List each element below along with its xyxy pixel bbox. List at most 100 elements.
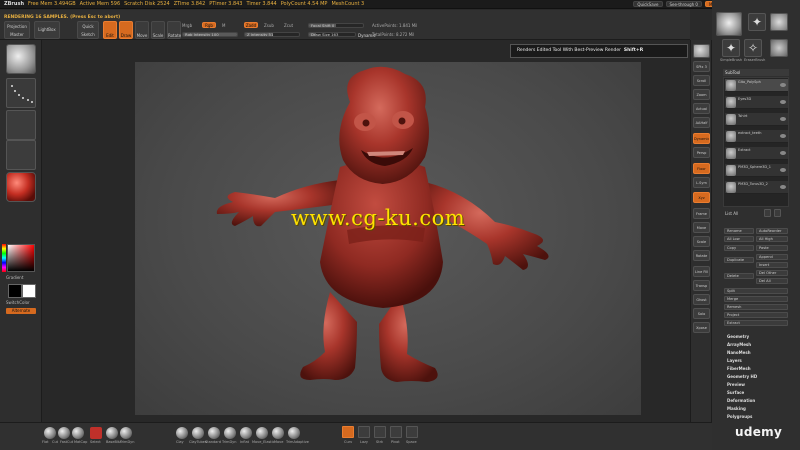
- stroke-thumbnail[interactable]: [6, 78, 36, 108]
- texture-thumbnail[interactable]: [6, 140, 36, 170]
- canvas-area[interactable]: [42, 40, 755, 422]
- space-toggle[interactable]: [406, 426, 418, 438]
- tool-slot[interactable]: [208, 427, 220, 439]
- brush-slot[interactable]: [72, 427, 84, 439]
- menu-preview[interactable]: Preview: [723, 381, 789, 389]
- subtool-panel-header[interactable]: SubTool: [723, 69, 789, 76]
- bpr-render-button[interactable]: [693, 44, 710, 58]
- solo-button[interactable]: Solo: [693, 308, 710, 319]
- brush-slot[interactable]: [106, 427, 118, 439]
- scale-button[interactable]: Scale: [151, 21, 165, 39]
- menu-geometry[interactable]: Geometry: [723, 333, 789, 341]
- mrgb-toggle[interactable]: Mrgb: [182, 23, 192, 28]
- menu-nanomesh[interactable]: NanoMesh: [723, 349, 789, 357]
- z-intensity-slider[interactable]: Z Intensity 51: [244, 32, 300, 37]
- delete-button[interactable]: Delete: [724, 273, 754, 279]
- duplicate-button[interactable]: Duplicate: [724, 257, 754, 263]
- focal-shift-slider[interactable]: Focal Shift 0: [308, 23, 364, 28]
- switch-color-label[interactable]: SwitchColor: [6, 300, 30, 305]
- quicksave-button[interactable]: QuickSave: [633, 1, 663, 7]
- tool-slot[interactable]: [240, 427, 252, 439]
- append-button[interactable]: Append: [756, 254, 788, 260]
- menu-geometry-hd[interactable]: Geometry HD: [723, 373, 789, 381]
- tool-slot[interactable]: [272, 427, 284, 439]
- tool-slot[interactable]: [192, 427, 204, 439]
- tool-slot[interactable]: [256, 427, 268, 439]
- del-all-button[interactable]: Del All: [756, 278, 788, 284]
- menu-surface[interactable]: Surface: [723, 389, 789, 397]
- spix-button[interactable]: SPix 3: [693, 61, 710, 72]
- pivot-toggle[interactable]: [390, 426, 402, 438]
- brush-slot[interactable]: [44, 427, 56, 439]
- merge-button[interactable]: Merge: [724, 296, 788, 302]
- tool-slot[interactable]: [288, 427, 300, 439]
- material-thumbnail[interactable]: [6, 172, 36, 202]
- hue-strip[interactable]: [2, 244, 6, 272]
- aahalf-button[interactable]: AAHalf: [693, 117, 710, 128]
- extract-button[interactable]: Extract: [724, 320, 788, 326]
- stroke-toggle[interactable]: [374, 426, 386, 438]
- project-button[interactable]: Project: [724, 312, 788, 318]
- move-view-button[interactable]: Move: [693, 222, 710, 233]
- lazy-toggle[interactable]: [358, 426, 370, 438]
- linefill-button[interactable]: Line Fill: [693, 266, 710, 277]
- subtool-item[interactable]: Extract: [725, 147, 788, 160]
- subtool-item[interactable]: PM3D_Sphere3D_1: [725, 164, 788, 177]
- scroll-button[interactable]: Scroll: [693, 75, 710, 86]
- xyz-button[interactable]: Xyz: [693, 192, 710, 203]
- tool-slot[interactable]: [176, 427, 188, 439]
- subtool-item[interactable]: Tshirt: [725, 113, 788, 126]
- auto-reorder-button[interactable]: AutoReorder: [756, 228, 788, 234]
- current-tool-thumbnail[interactable]: [716, 12, 742, 36]
- scale-view-button[interactable]: Scale: [693, 236, 710, 247]
- ghost-button[interactable]: Ghost: [693, 294, 710, 305]
- star-tool-icon[interactable]: ✦: [748, 13, 766, 31]
- paste-button[interactable]: Paste: [756, 245, 788, 251]
- gradient-label[interactable]: Gradient: [6, 275, 23, 280]
- subtool-item[interactable]: Gito_PolySph: [725, 79, 788, 92]
- zcut-toggle[interactable]: Zcut: [284, 23, 293, 28]
- menu-fibermesh[interactable]: FiberMesh: [723, 365, 789, 373]
- insert-button[interactable]: Insert: [756, 262, 788, 268]
- rotate-button[interactable]: Rotate: [167, 21, 181, 39]
- brush-thumbnail[interactable]: [6, 44, 36, 74]
- color-picker[interactable]: [7, 244, 35, 272]
- zadd-toggle[interactable]: Zadd: [244, 22, 258, 28]
- alpha-thumbnail[interactable]: [6, 110, 36, 140]
- xpose-button[interactable]: Xpose: [693, 322, 710, 333]
- zoom-button[interactable]: Zoom: [693, 89, 710, 100]
- frame-button[interactable]: Frame: [693, 208, 710, 219]
- alternate-button[interactable]: Alternate: [6, 308, 36, 314]
- rgb-intensity-slider[interactable]: Rgb Intensity 100: [182, 32, 238, 37]
- split-button[interactable]: Split: [724, 288, 788, 294]
- arrow-down-icon[interactable]: [774, 209, 781, 217]
- draw-button[interactable]: Draw: [119, 21, 133, 39]
- copy-button[interactable]: Copy: [724, 245, 754, 251]
- dynamic-button[interactable]: Dynamic: [693, 133, 710, 144]
- eraser-brush-icon[interactable]: ✧: [744, 39, 762, 57]
- brush-slot[interactable]: [90, 427, 102, 439]
- tool-slot[interactable]: [224, 427, 236, 439]
- menu-masking[interactable]: Masking: [723, 405, 789, 413]
- lightbox-button[interactable]: LightBox: [34, 21, 60, 39]
- document-viewport[interactable]: [135, 62, 641, 415]
- subtool-item[interactable]: extract_teeth: [725, 130, 788, 143]
- all-low-button[interactable]: All Low: [724, 236, 754, 242]
- simple-brush-icon[interactable]: ✦: [722, 39, 740, 57]
- del-other-button[interactable]: Del Other: [756, 270, 788, 276]
- rgb-toggle[interactable]: Rgb: [202, 22, 216, 28]
- curve-toggle[interactable]: [342, 426, 354, 438]
- menu-layers[interactable]: Layers: [723, 357, 789, 365]
- rotate-view-button[interactable]: Rotate: [693, 250, 710, 261]
- arrow-up-icon[interactable]: [764, 209, 771, 217]
- seethrough-slider[interactable]: See-through 0: [665, 1, 702, 7]
- secondary-color-swatch[interactable]: [22, 284, 36, 298]
- draw-size-slider[interactable]: Draw Size 163: [308, 32, 356, 37]
- floor-button[interactable]: Floor: [693, 163, 710, 174]
- remesh-button[interactable]: Remesh: [724, 304, 788, 310]
- persp-button[interactable]: Persp: [693, 147, 710, 158]
- rename-button[interactable]: Rename: [724, 228, 754, 234]
- move-button[interactable]: Move: [135, 21, 149, 39]
- sphere-tool-icon[interactable]: [770, 13, 788, 31]
- actual-button[interactable]: Actual: [693, 103, 710, 114]
